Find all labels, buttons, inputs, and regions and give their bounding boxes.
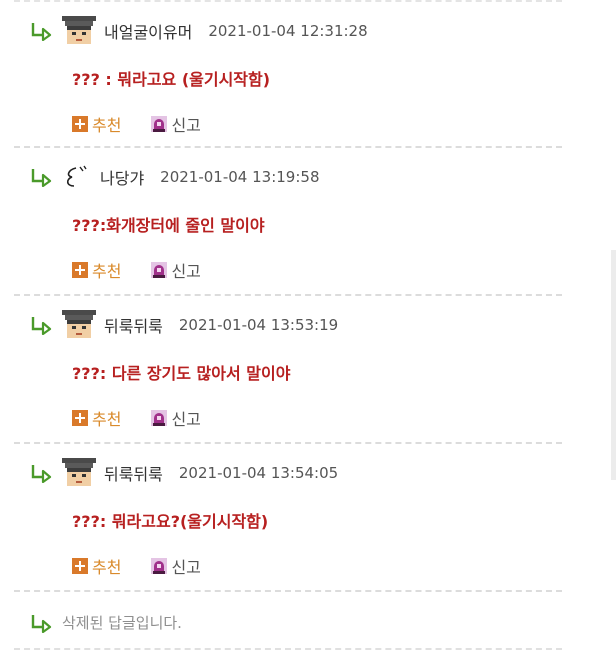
report-siren-icon bbox=[151, 410, 168, 426]
reply-comment: ???:화개장터에 줄인 말이야 bbox=[72, 216, 265, 235]
recommend-button[interactable]: 추천 bbox=[72, 554, 121, 578]
recommend-plus-icon bbox=[72, 410, 88, 426]
reply-actions: 추천 신고 bbox=[72, 554, 231, 578]
report-button[interactable]: 신고 bbox=[151, 406, 201, 430]
reply-arrow-icon bbox=[31, 465, 52, 483]
recommend-button[interactable]: 추천 bbox=[72, 406, 121, 430]
recommend-label: 추천 bbox=[92, 558, 122, 577]
report-label: 신고 bbox=[171, 116, 201, 135]
recommend-label: 추천 bbox=[92, 410, 122, 429]
reply-item: 내얼굴이유머 2021-01-04 12:31:28 ??? : 뭐라고요 (울… bbox=[14, 0, 562, 148]
recommend-button[interactable]: 추천 bbox=[72, 258, 121, 282]
reply-header: 뒤룩뒤룩 2021-01-04 13:53:19 bbox=[30, 310, 338, 340]
reply-date: 2021-01-04 13:19:58 bbox=[160, 168, 320, 186]
reply-actions: 추천 신고 bbox=[72, 112, 231, 136]
reply-nickname[interactable]: 뒤룩뒤룩 bbox=[104, 313, 163, 337]
report-siren-icon bbox=[151, 262, 168, 278]
reply-item: 나당갸 2021-01-04 13:19:58 ???:화개장터에 줄인 말이야… bbox=[14, 148, 562, 296]
reply-arrow-icon bbox=[31, 317, 52, 335]
reply-header: 나당갸 2021-01-04 13:19:58 bbox=[30, 162, 319, 192]
reply-item: 뒤룩뒤룩 2021-01-04 13:53:19 ???: 다른 장기도 많아서… bbox=[14, 296, 562, 444]
reply-item: 뒤룩뒤룩 2021-01-04 13:54:05 ???: 뭐라고요?(울기시작… bbox=[14, 444, 562, 592]
report-label: 신고 bbox=[171, 558, 201, 577]
deleted-reply: 삭제된 답글입니다. bbox=[30, 612, 182, 633]
recommend-plus-icon bbox=[72, 116, 88, 132]
recommend-label: 추천 bbox=[92, 116, 122, 135]
reply-comment: ???: 다른 장기도 많아서 말이야 bbox=[72, 364, 291, 383]
recommend-plus-icon bbox=[72, 558, 88, 574]
recommend-plus-icon bbox=[72, 262, 88, 278]
pixel-face-icon[interactable] bbox=[62, 310, 96, 340]
report-button[interactable]: 신고 bbox=[151, 258, 201, 282]
reply-date: 2021-01-04 13:53:19 bbox=[178, 316, 339, 334]
report-siren-icon bbox=[151, 116, 168, 132]
recommend-label: 추천 bbox=[92, 262, 122, 281]
divider bbox=[14, 648, 562, 650]
reply-nickname[interactable]: 나당갸 bbox=[100, 165, 144, 189]
reply-list: 내얼굴이유머 2021-01-04 12:31:28 ??? : 뭐라고요 (울… bbox=[14, 0, 562, 592]
pixel-face-icon[interactable] bbox=[62, 458, 96, 488]
reply-nickname[interactable]: 뒤룩뒤룩 bbox=[104, 461, 163, 485]
reply-nickname[interactable]: 내얼굴이유머 bbox=[104, 19, 192, 43]
deleted-reply-text: 삭제된 답글입니다. bbox=[62, 614, 182, 632]
reply-actions: 추천 신고 bbox=[72, 258, 231, 282]
reply-header: 뒤룩뒤룩 2021-01-04 13:54:05 bbox=[30, 458, 338, 488]
report-button[interactable]: 신고 bbox=[151, 554, 201, 578]
reply-header: 내얼굴이유머 2021-01-04 12:31:28 bbox=[30, 16, 368, 46]
pixel-face-icon[interactable] bbox=[62, 16, 96, 46]
report-label: 신고 bbox=[171, 262, 201, 281]
report-button[interactable]: 신고 bbox=[151, 112, 201, 136]
reply-date: 2021-01-04 12:31:28 bbox=[208, 22, 368, 40]
reply-comment: ??? : 뭐라고요 (울기시작함) bbox=[72, 70, 271, 89]
recommend-button[interactable]: 추천 bbox=[72, 112, 121, 136]
reply-arrow-icon bbox=[31, 169, 52, 187]
signature-icon[interactable] bbox=[62, 162, 88, 192]
reply-comment: ???: 뭐라고요?(울기시작함) bbox=[72, 512, 269, 531]
reply-arrow-icon bbox=[31, 614, 52, 633]
reply-date: 2021-01-04 13:54:05 bbox=[178, 464, 339, 482]
reply-actions: 추천 신고 bbox=[72, 406, 231, 430]
report-siren-icon bbox=[151, 558, 168, 574]
scrollbar[interactable] bbox=[611, 250, 616, 480]
reply-arrow-icon bbox=[31, 23, 52, 41]
report-label: 신고 bbox=[171, 410, 201, 429]
